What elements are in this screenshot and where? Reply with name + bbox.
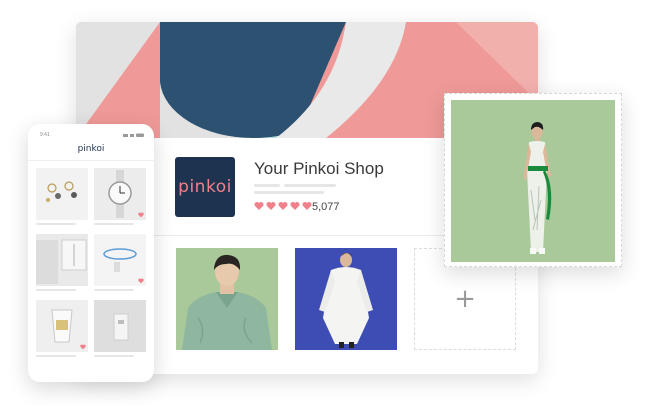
heart-icon xyxy=(302,202,312,210)
battery-icon xyxy=(136,133,144,137)
wifi-icon xyxy=(130,134,134,137)
thumb-caption-line xyxy=(94,289,134,291)
shop-name: Your Pinkoi Shop xyxy=(254,159,384,178)
thumb-caption-line xyxy=(94,355,134,357)
featured-product-card[interactable] xyxy=(444,93,622,267)
thumb-caption-line xyxy=(36,355,76,357)
phone-logo: pinkoi xyxy=(77,144,105,154)
phone-header-divider xyxy=(28,160,154,161)
rating-hearts xyxy=(254,201,312,211)
plus-icon: + xyxy=(454,284,476,314)
phone-product-thumb-frame[interactable] xyxy=(36,234,88,286)
heart-icon xyxy=(290,202,300,210)
signal-icon xyxy=(123,134,128,137)
phone-product-thumb-earrings[interactable] xyxy=(36,168,88,220)
heart-icon xyxy=(266,202,276,210)
featured-product-photo xyxy=(451,100,615,262)
thumb-caption-line xyxy=(36,223,76,225)
product-photo-green-shirt[interactable] xyxy=(176,248,278,350)
product-photo-white-outfit[interactable] xyxy=(295,248,397,350)
status-icons xyxy=(123,133,144,137)
phone-product-thumb-ring[interactable] xyxy=(94,234,146,286)
phone-product-thumb-stand[interactable] xyxy=(94,300,146,352)
phone-product-thumb-glass[interactable] xyxy=(36,300,88,352)
shop-logo: pinkoi xyxy=(175,157,235,217)
thumb-caption-line xyxy=(36,289,76,291)
heart-icon xyxy=(278,202,288,210)
rating-count: 5,077 xyxy=(312,201,340,213)
shop-desc-line xyxy=(254,184,280,187)
shop-desc-line xyxy=(284,184,336,187)
shop-desc-line xyxy=(254,191,324,194)
thumb-caption-line xyxy=(94,223,134,225)
phone-product-thumb-watch[interactable] xyxy=(94,168,146,220)
phone-mockup: 9:41 pinkoi xyxy=(28,124,154,382)
heart-icon xyxy=(254,202,264,210)
shop-logo-text: pinkoi xyxy=(178,177,232,197)
status-time: 9:41 xyxy=(40,132,50,138)
